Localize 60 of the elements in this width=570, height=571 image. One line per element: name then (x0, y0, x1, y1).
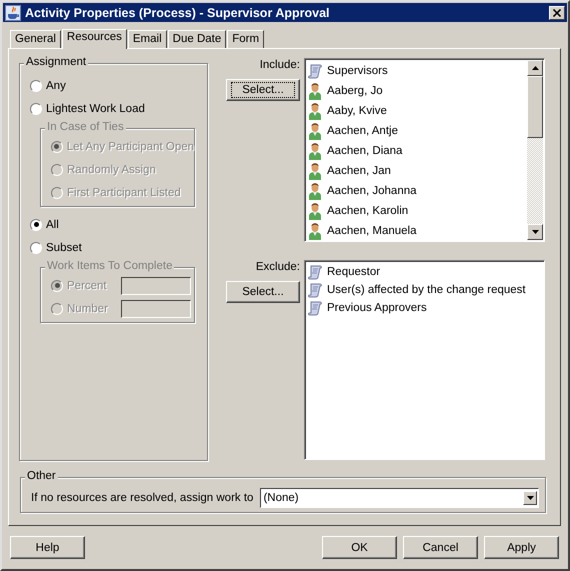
tab[interactable]: Due Date (168, 30, 226, 48)
dialog-button[interactable]: Apply (484, 536, 559, 559)
person-icon (307, 162, 323, 180)
person-icon (307, 122, 323, 140)
close-button[interactable] (549, 6, 565, 20)
input-field[interactable] (121, 276, 191, 294)
dialog-button[interactable]: Help (10, 536, 85, 559)
group-label: Other (25, 470, 58, 482)
dropdown-field[interactable]: (None) (260, 488, 539, 508)
tab[interactable]: Email (128, 30, 167, 48)
list-item[interactable]: Aaberg, Jo (307, 81, 527, 101)
list-item[interactable]: Aachen, Jan (307, 161, 527, 181)
list-item[interactable]: Aaby, Kvive (307, 101, 527, 121)
list-item[interactable]: Aachen, Antje (307, 121, 527, 141)
input-field[interactable] (121, 300, 191, 318)
dialog-button[interactable]: OK (322, 536, 397, 559)
list-item[interactable]: Requestor (307, 263, 544, 281)
person-icon (307, 82, 323, 100)
tab[interactable]: Resources (62, 29, 127, 49)
person-icon (307, 222, 323, 240)
scroll-down-button[interactable] (527, 224, 543, 240)
scroll-icon (307, 62, 323, 80)
tab[interactable]: General (10, 30, 61, 48)
scroll-icon (307, 281, 323, 299)
scrollbar[interactable] (527, 60, 543, 240)
scroll-thumb[interactable] (527, 76, 543, 138)
list-item[interactable]: Aachen, Manuela (307, 221, 527, 241)
list-label: Include: (260, 59, 300, 71)
scroll-icon (307, 299, 323, 317)
list-item[interactable]: Previous Approvers (307, 299, 544, 317)
radio-option[interactable]: All (30, 213, 59, 236)
group-label: In Case of Ties (45, 121, 126, 133)
person-icon (307, 102, 323, 120)
dialog-button[interactable]: Cancel (403, 536, 478, 559)
scroll-up-button[interactable] (527, 60, 543, 76)
select-button[interactable]: Select... (226, 79, 300, 101)
list-label: Exclude: (256, 261, 300, 273)
select-button[interactable]: Select... (226, 281, 300, 303)
list-item[interactable]: Aachen, Diana (307, 141, 527, 161)
radio-option[interactable]: Any (30, 74, 66, 97)
list-item[interactable]: Supervisors (307, 61, 527, 81)
person-icon (307, 142, 323, 160)
person-icon (307, 202, 323, 220)
coffee-cup-icon (5, 4, 21, 20)
caret-icon (523, 491, 537, 505)
list-item[interactable]: Aachen, Karolin (307, 201, 527, 221)
field-label: If no resources are resolved, assign work to (31, 492, 254, 504)
list-item[interactable]: User(s) affected by the change request (307, 281, 544, 299)
person-icon (307, 182, 323, 200)
close-icon (553, 8, 561, 16)
group-label: Work Items To Complete (45, 260, 174, 272)
radio-option[interactable]: Lightest Work Load (30, 97, 145, 120)
window-title: Activity Properties (Process) - Supervisor Approval (25, 6, 330, 20)
scroll-icon (307, 263, 323, 281)
tab[interactable]: Form (227, 30, 264, 48)
radio-option[interactable]: Subset (30, 236, 82, 259)
up-caret-icon (532, 66, 538, 70)
list-item[interactable]: Aachen, Johanna (307, 181, 527, 201)
down-caret-icon (532, 230, 538, 234)
group-label: Assignment (24, 56, 88, 68)
